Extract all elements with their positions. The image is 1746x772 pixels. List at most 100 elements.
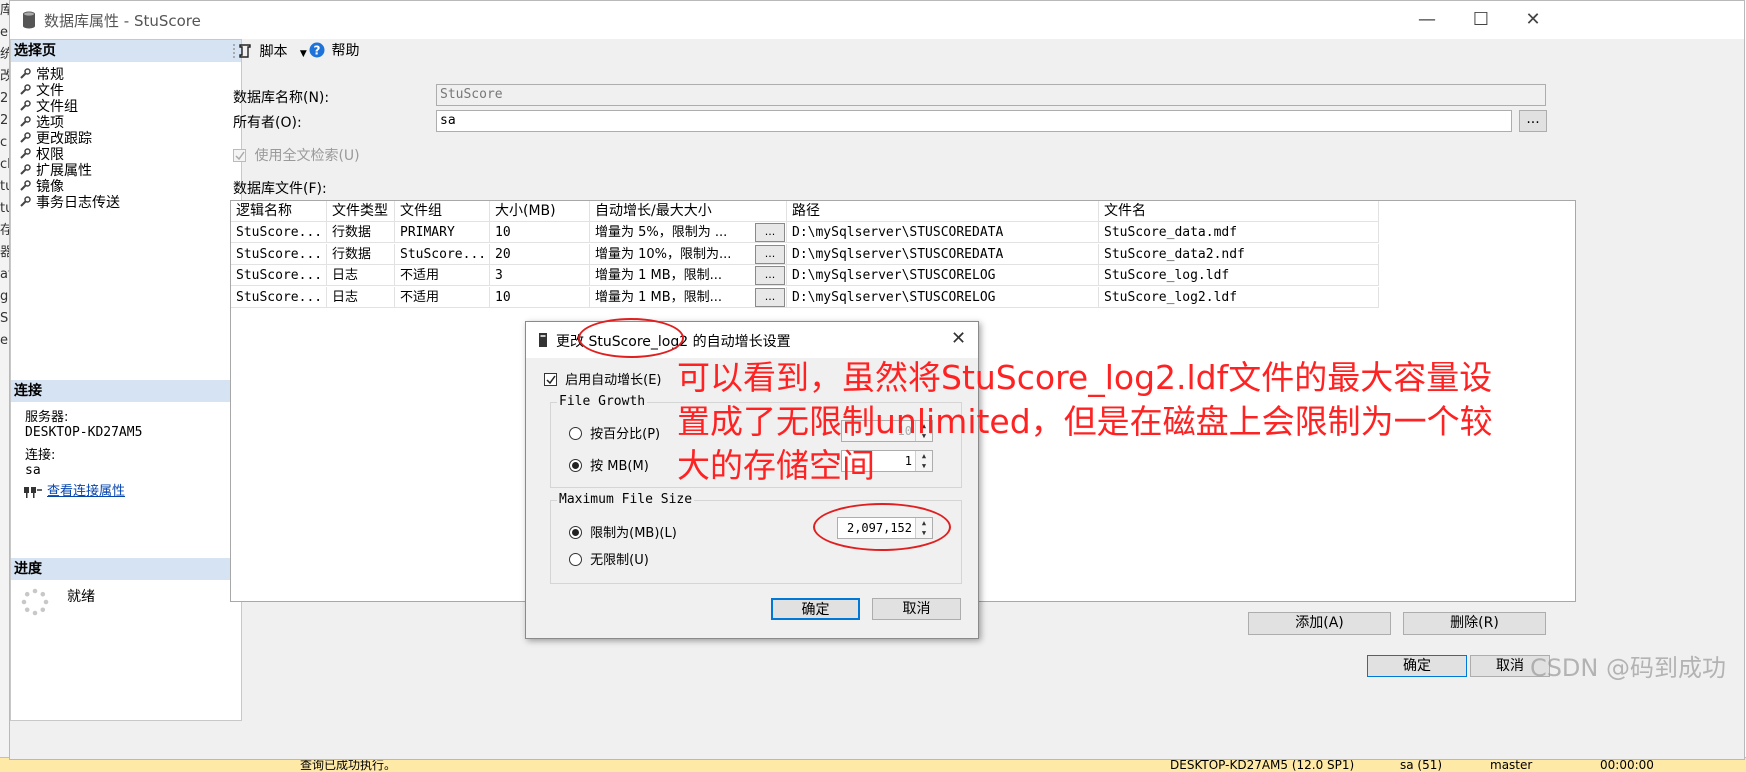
enable-autogrowth-label: 启用自动增长(E) [565,373,662,388]
wrench-icon [20,132,31,143]
help-icon: ? [309,42,325,58]
unlimited-option[interactable]: 无限制(U) [569,549,649,568]
grid-cell[interactable]: D:\mySqlserver\STUSCORELOG [787,265,1099,286]
autogrowth-edit-button[interactable]: ... [755,223,785,242]
ok-button[interactable]: 确定 [1367,655,1467,677]
annotation-line: 大的存储空间 [677,446,875,485]
autogrowth-edit-button[interactable]: ... [755,287,785,307]
by-mb-label: 按 MB(M) [590,459,649,474]
annotation-circle-title [578,318,684,358]
dialog-cancel-button[interactable]: 取消 [872,598,961,620]
grid-cell[interactable]: 日志 [327,265,395,286]
owner-label: 所有者(O): [233,115,302,131]
grid-cell[interactable]: 不适用 [395,286,490,308]
fulltext-search-option: 使用全文检索(U) [233,145,360,165]
progress-status: 就绪 [67,589,95,605]
grid-cell[interactable]: StuScore... [231,286,327,308]
wrench-icon [20,100,31,111]
svg-text:?: ? [314,44,321,58]
limited-label: 限制为(MB)(L) [590,526,677,541]
help-button[interactable]: ? 帮助 [309,40,359,62]
minimize-button[interactable]: — [1404,5,1450,35]
column-header[interactable]: 文件类型 [327,201,395,222]
limited-option[interactable]: 限制为(MB)(L) [569,522,677,541]
grid-cell[interactable]: StuScore_data2.ndf [1099,243,1379,265]
owner-browse-button[interactable]: ... [1519,110,1547,132]
grid-cell[interactable]: 10 [490,222,590,243]
grid-cell[interactable]: 20 [490,243,590,265]
grid-cell[interactable]: PRIMARY [395,222,490,243]
column-header[interactable]: 逻辑名称 [231,201,327,222]
annotation-line: 可以看到，虽然将StuScore_log2.ldf文件的最大容量设 [677,358,1493,397]
remove-button[interactable]: 删除(R) [1403,612,1546,635]
by-percent-label: 按百分比(P) [590,427,661,442]
close-button[interactable]: ✕ [1510,5,1556,35]
max-file-size-title: Maximum File Size [557,492,695,507]
grid-cell[interactable]: StuScore_log.ldf [1099,265,1379,286]
annotation-line: 置成了无限制unlimited，但是在磁盘上会限制为一个较 [677,402,1493,441]
grid-cell[interactable]: 行数据 [327,222,395,243]
grid-cell[interactable]: D:\mySqlserver\STUSCOREDATA [787,243,1099,265]
by-percent-radio[interactable] [569,427,582,440]
grid-cell[interactable]: D:\mySqlserver\STUSCOREDATA [787,222,1099,243]
script-button[interactable]: 脚本 ▼ [237,41,307,63]
add-button[interactable]: 添加(A) [1248,612,1391,635]
annotation-text: 可以看到，虽然将StuScore_log2.ldf文件的最大容量设 置成了无限制… [677,356,1577,488]
grid-cell[interactable]: StuScore... [231,243,327,265]
grid-cell[interactable]: 行数据 [327,243,395,265]
unlimited-radio[interactable] [569,553,582,566]
nav-item[interactable]: 事务日志传送 [19,194,120,212]
grid-cell[interactable]: D:\mySqlserver\STUSCORELOG [787,286,1099,308]
database-name-field: StuScore [436,84,1546,106]
grid-cell[interactable]: 3 [490,265,590,286]
column-header[interactable]: 路径 [787,201,1099,222]
grid-cell[interactable]: 10 [490,286,590,308]
nav-item-label: 事务日志传送 [36,195,120,211]
wrench-icon [20,68,31,79]
grid-cell[interactable]: StuScore... [395,243,490,265]
autogrowth-edit-button[interactable]: ... [755,244,785,264]
view-connection-properties-link[interactable]: 查看连接属性 [47,484,125,500]
by-percent-option[interactable]: 按百分比(P) [569,423,660,442]
grid-cell[interactable]: 日志 [327,286,395,308]
watermark: CSDN @码到成功 [1529,654,1726,682]
status-server: DESKTOP-KD27AM5 (12.0 SP1) [1170,758,1355,772]
maximize-button[interactable]: ☐ [1458,5,1504,35]
owner-field[interactable]: sa [436,110,1512,132]
enable-autogrowth-checkbox[interactable] [544,373,557,386]
toolbar-grip-icon [233,44,235,58]
grid-cell[interactable]: StuScore... [231,222,327,243]
autogrowth-edit-button[interactable]: ... [755,266,785,285]
column-header[interactable]: 文件组 [395,201,490,222]
database-icon [539,333,547,347]
by-mb-option[interactable]: 按 MB(M) [569,455,649,474]
limited-radio[interactable] [569,526,582,539]
grid-cell[interactable]: StuScore... [231,265,327,286]
fulltext-search-label: 使用全文检索(U) [254,148,360,164]
chevron-down-icon[interactable]: ▼ [300,49,307,59]
database-name-label: 数据库名称(N): [233,90,330,106]
column-header[interactable]: 自动增长/最大大小 [590,201,787,222]
grid-cell[interactable]: StuScore_log2.ldf [1099,286,1379,308]
help-label: 帮助 [331,43,360,59]
unlimited-label: 无限制(U) [590,553,649,568]
file-growth-title: File Growth [557,394,648,409]
checkmark-icon [546,375,556,385]
enable-autogrowth-option[interactable]: 启用自动增长(E) [544,369,662,388]
wrench-icon [20,196,31,207]
database-icon [23,11,35,29]
grid-cell[interactable]: 不适用 [395,265,490,286]
dialog-close-icon[interactable]: ✕ [951,328,966,349]
column-header[interactable]: 文件名 [1099,201,1379,222]
title-bar[interactable]: 数据库属性 - StuScore — ☐ ✕ [10,1,1744,39]
nav-item-label: 扩展属性 [36,163,92,179]
column-header[interactable]: 大小(MB) [490,201,590,222]
by-mb-radio[interactable] [569,459,582,472]
server-label: 服务器: [25,410,69,425]
status-user: sa (51) [1400,758,1443,772]
wrench-icon [20,116,31,127]
toolbar: 脚本 ▼ ? 帮助 [233,39,1740,67]
grid-cell[interactable]: StuScore_data.mdf [1099,222,1379,243]
fulltext-search-checkbox [233,149,246,162]
dialog-ok-button[interactable]: 确定 [771,598,860,620]
